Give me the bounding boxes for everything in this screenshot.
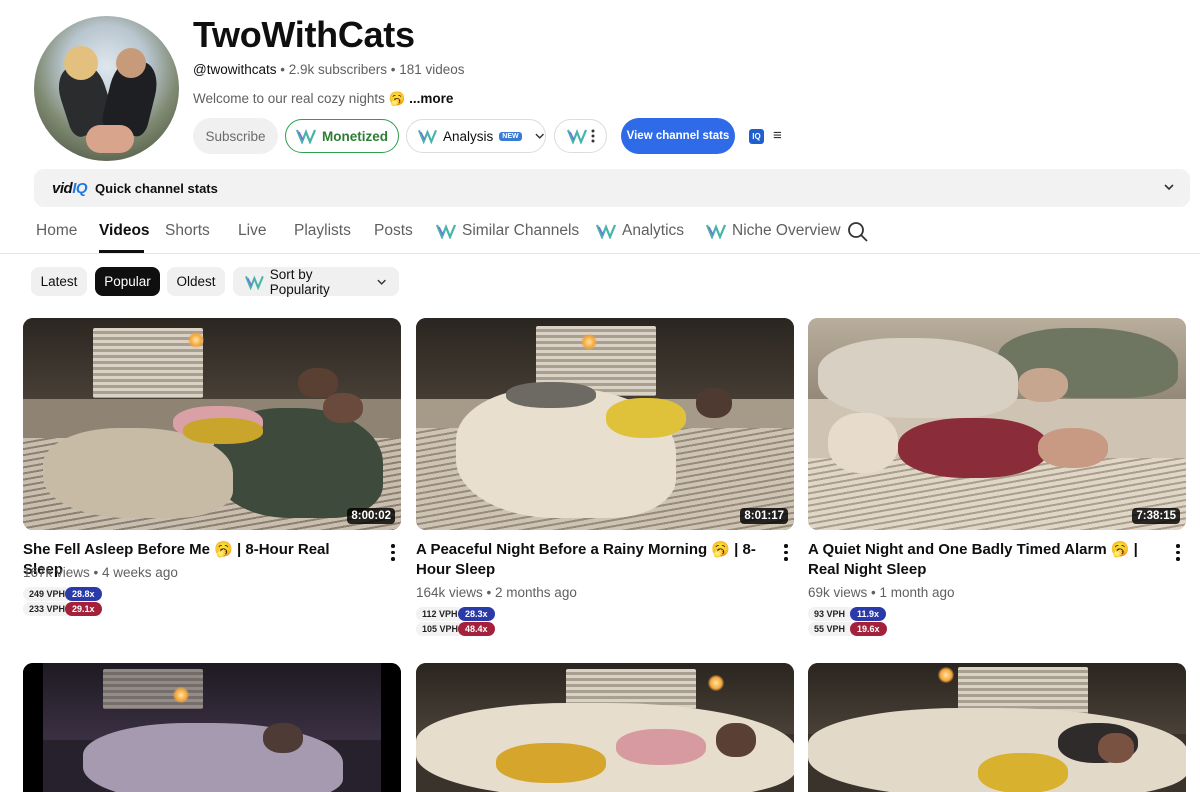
video-meta: 164k views • 2 months ago [416,585,577,600]
video-duration: 8:00:02 [347,508,395,524]
multiplier-badge: 11.9x [850,606,887,621]
multiplier-badge: 29.1x [65,601,102,616]
chevron-down-icon [377,279,386,285]
vph-value: 112 VPH [416,606,464,621]
multiplier-badge: 48.4x [458,621,495,636]
video-card[interactable]: 8:01:17 A Peaceful Night Before a Rainy … [416,318,794,636]
video-thumbnail[interactable]: 8:01:17 [416,318,794,530]
vidiq-menu-button[interactable] [554,119,607,153]
vidiq-logo-icon [436,224,456,239]
monetized-button[interactable]: Monetized [285,119,399,153]
video-title[interactable]: A Quiet Night and One Badly Timed Alarm … [808,540,1148,580]
tab-videos[interactable]: Videos [99,222,150,240]
filter-popular[interactable]: Popular [95,267,160,296]
tab-playlists[interactable]: Playlists [294,222,351,240]
channel-avatar[interactable] [34,16,179,161]
vph-value: 105 VPH [416,621,465,636]
multiplier-badge: 28.3x [458,606,495,621]
vph-stats: 93 VPH 11.9x 55 VPH 19.6x [808,606,887,636]
menu-icon[interactable]: ≡ [773,127,782,144]
more-vert-icon[interactable] [1176,544,1180,564]
more-vert-icon[interactable] [784,544,788,564]
video-thumbnail[interactable] [23,663,401,792]
vidiq-logo-icon [566,129,587,144]
tab-niche-overview[interactable]: Niche Overview [706,222,841,240]
sort-by-popularity-dropdown[interactable]: Sort by Popularity [233,267,399,297]
chevron-down-icon[interactable] [1162,180,1176,194]
vph-stats: 249 VPH 28.8x 233 VPH 29.1x [23,586,102,616]
video-count: 181 videos [399,62,465,77]
vph-value: 55 VPH [808,621,856,636]
view-channel-stats-button[interactable]: View channel stats [621,118,735,154]
channel-action-row: Subscribe Monetized Analysis NEW View ch… [193,118,782,154]
quick-channel-stats-bar[interactable]: vidIQ Quick channel stats [34,169,1190,207]
channel-description[interactable]: Welcome to our real cozy nights 🥱 ...mor… [193,91,453,107]
tab-shorts[interactable]: Shorts [165,222,210,240]
channel-name: TwoWithCats [193,14,415,55]
filter-latest[interactable]: Latest [31,267,87,296]
vidiq-logo-icon [706,224,726,239]
channel-handle: @twowithcats [193,62,277,77]
search-icon[interactable] [847,221,869,243]
video-card[interactable] [416,663,794,792]
multiplier-badge: 28.8x [65,586,102,601]
video-card[interactable] [23,663,401,792]
filter-oldest[interactable]: Oldest [167,267,225,296]
channel-meta: @twowithcats • 2.9k subscribers • 181 vi… [193,62,465,77]
more-vert-icon [591,129,594,143]
subscribe-button[interactable]: Subscribe [193,118,278,154]
active-tab-indicator [99,250,144,253]
more-link[interactable]: ...more [405,91,453,106]
video-card[interactable]: 8:00:02 She Fell Asleep Before Me 🥱 | 8-… [23,318,401,616]
tab-home[interactable]: Home [36,222,77,240]
video-thumbnail[interactable] [416,663,794,792]
vph-value: 233 VPH [23,601,72,616]
vidiq-logo-icon [296,129,316,144]
video-duration: 8:01:17 [740,508,788,524]
vph-value: 249 VPH [23,586,72,601]
tab-similar-channels[interactable]: Similar Channels [436,222,579,240]
vidiq-wordmark: vidIQ [52,179,88,197]
tab-posts[interactable]: Posts [374,222,413,240]
more-vert-icon[interactable] [391,544,395,564]
video-duration: 7:38:15 [1132,508,1180,524]
new-badge: NEW [499,131,522,141]
video-meta: 69k views • 1 month ago [808,585,955,600]
video-card[interactable]: 7:38:15 A Quiet Night and One Badly Time… [808,318,1186,636]
vidiq-logo-icon [418,129,437,144]
vidiq-logo-icon [245,274,264,290]
quick-stats-label: Quick channel stats [95,180,218,196]
vidiq-logo-icon [596,224,616,239]
multiplier-badge: 19.6x [850,621,887,636]
video-meta: 167k views • 4 weeks ago [23,565,178,580]
video-card[interactable] [808,663,1186,792]
chevron-down-icon [535,133,544,139]
vph-value: 93 VPH [808,606,856,621]
video-thumbnail[interactable] [808,663,1186,792]
vph-stats: 112 VPH 28.3x 105 VPH 48.4x [416,606,495,636]
subscriber-count: 2.9k subscribers [288,62,388,77]
video-title[interactable]: A Peaceful Night Before a Rainy Morning … [416,540,756,580]
analysis-button[interactable]: Analysis NEW [406,119,546,153]
video-thumbnail[interactable]: 8:00:02 [23,318,401,530]
video-thumbnail[interactable]: 7:38:15 [808,318,1186,530]
tab-live[interactable]: Live [238,222,266,240]
channel-tabs: Home Videos Shorts Live Playlists Posts … [0,212,1200,254]
tab-analytics[interactable]: Analytics [596,222,684,240]
iq-icon[interactable]: IQ [749,129,764,144]
